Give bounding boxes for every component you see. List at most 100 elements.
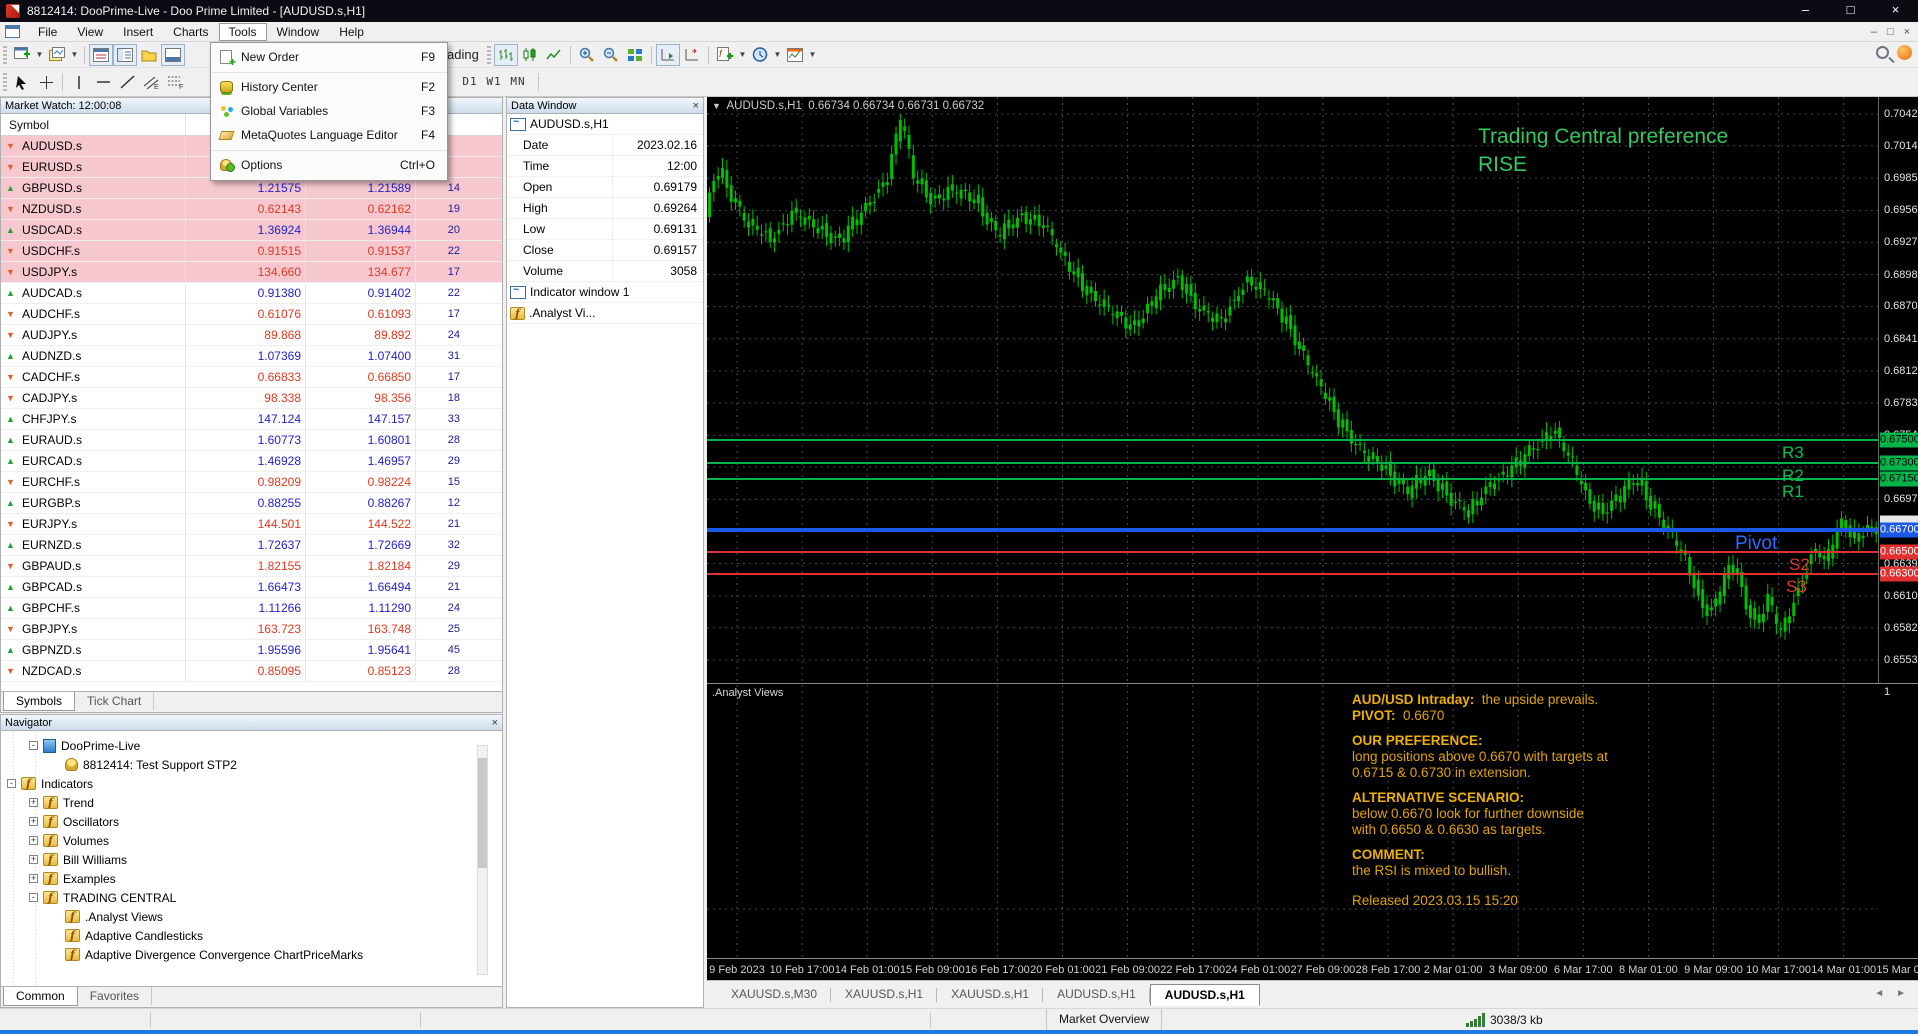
menu-option[interactable]: Global Variables F3 (211, 99, 447, 123)
market-watch-row[interactable]: USDCAD.s 1.36924 1.36944 20 (1, 220, 502, 241)
tabs-scroll-left-icon[interactable]: ◄ (1874, 988, 1884, 999)
chart-tab[interactable]: XAUUSD.s,H1 (831, 984, 938, 1006)
line-chart-button[interactable] (542, 44, 566, 66)
navigator-tab[interactable]: Favorites (78, 987, 153, 1005)
tree-expander-icon[interactable] (29, 798, 38, 807)
market-watch-row[interactable]: EURNZD.s 1.72637 1.72669 32 (1, 535, 502, 556)
navigator-toggle-button[interactable] (113, 43, 137, 66)
candlestick-chart-button[interactable] (518, 44, 542, 66)
market-watch-row[interactable]: USDCHF.s 0.91515 0.91537 22 (1, 241, 502, 262)
minimize-button[interactable]: – (1783, 0, 1828, 22)
market-watch-row[interactable]: AUDCAD.s 0.91380 0.91402 22 (1, 283, 502, 304)
market-watch-row[interactable]: CADJPY.s 98.338 98.356 18 (1, 388, 502, 409)
market-watch-row[interactable]: NZDUSD.s 0.62143 0.62162 19 (1, 199, 502, 220)
time-axis[interactable]: 9 Feb 2023 10 Feb 17:00 14 Feb 01:00 15 Feb… (707, 958, 1918, 980)
profiles-dropdown-arrow[interactable]: ▼ (69, 44, 80, 66)
tabs-scroll-right-icon[interactable]: ► (1896, 988, 1906, 999)
indicators-button[interactable]: f (713, 44, 737, 66)
market-watch-row[interactable]: CHFJPY.s 147.124 147.157 33 (1, 409, 502, 430)
navigator-tree-item[interactable]: Indicators (1, 774, 502, 793)
horizontal-line-tool-button[interactable] (91, 71, 115, 93)
navigator-tree-item[interactable]: Oscillators (1, 812, 502, 831)
market-overview-cell[interactable]: Market Overview (1046, 1009, 1162, 1031)
market-watch-row[interactable]: EURCHF.s 0.98209 0.98224 15 (1, 472, 502, 493)
child-minimize-button[interactable]: – (1871, 26, 1877, 38)
timeframe-d1-button[interactable]: D1 (458, 73, 482, 91)
maximize-button[interactable]: □ (1828, 0, 1873, 22)
navigator-tree-item[interactable]: Examples (1, 869, 502, 888)
chart-shift-button[interactable] (680, 44, 704, 66)
templates-dropdown-arrow[interactable]: ▼ (807, 44, 818, 66)
indicator-sub-window[interactable]: .Analyst Views 1 AUD/USD Intraday: the u… (707, 683, 1918, 959)
navigator-scrollbar[interactable] (477, 745, 488, 975)
market-watch-row[interactable]: EURJPY.s 144.501 144.522 21 (1, 514, 502, 535)
market-watch-row[interactable]: GBPCHF.s 1.11266 1.11290 24 (1, 598, 502, 619)
close-icon[interactable]: × (492, 717, 498, 728)
market-watch-row[interactable]: GBPJPY.s 163.723 163.748 25 (1, 619, 502, 640)
child-close-button[interactable]: × (1904, 26, 1910, 38)
child-restore-button[interactable]: □ (1887, 26, 1894, 38)
menu-item[interactable]: Charts (163, 23, 218, 41)
menu-item[interactable]: Window (267, 23, 330, 41)
periods-button[interactable] (748, 44, 772, 66)
price-axis[interactable]: 0.70425 0.70140 0.69850 0.69560 0.69275 0.689… (1878, 97, 1918, 683)
market-watch-row[interactable]: EURCAD.s 1.46928 1.46957 29 (1, 451, 502, 472)
market-watch-row[interactable]: NZDCAD.s 0.85095 0.85123 28 (1, 661, 502, 682)
chart-tab[interactable]: AUDUSD.s,H1 (1043, 984, 1150, 1006)
tree-expander-icon[interactable] (29, 817, 38, 826)
templates-button[interactable] (783, 44, 807, 66)
chart-tab[interactable]: XAUUSD.s,M30 (717, 984, 832, 1006)
navigator-tree-item[interactable]: Volumes (1, 831, 502, 850)
chart-tab[interactable]: XAUUSD.s,H1 (937, 984, 1044, 1006)
toolbar-grip[interactable] (3, 45, 7, 64)
cursor-tool-button[interactable] (10, 71, 34, 93)
tree-expander-icon[interactable] (29, 874, 38, 883)
chart-tab[interactable]: AUDUSD.s,H1 (1149, 984, 1260, 1006)
notification-icon[interactable] (1897, 45, 1912, 60)
market-watch-toggle-button[interactable] (89, 43, 113, 66)
timeframe-w1-button[interactable]: W1 (482, 73, 506, 91)
navigator-tree-item[interactable]: Bill Williams (1, 850, 502, 869)
zoom-in-button[interactable] (575, 44, 599, 66)
market-watch-tab[interactable]: Tick Chart (75, 692, 155, 710)
profiles-button[interactable] (45, 44, 69, 66)
new-chart-dropdown-arrow[interactable]: ▼ (34, 44, 45, 66)
tile-windows-button[interactable] (623, 44, 647, 66)
zoom-out-button[interactable] (599, 44, 623, 66)
market-watch-row[interactable]: GBPAUD.s 1.82155 1.82184 29 (1, 556, 502, 577)
history-folder-button[interactable] (137, 44, 161, 66)
menu-option[interactable]: MetaQuotes Language Editor F4 (211, 123, 447, 147)
menu-item[interactable]: Tools (218, 22, 267, 41)
periods-dropdown-arrow[interactable]: ▼ (772, 44, 783, 66)
navigator-tree-item[interactable]: 8812414: Test Support STP2 (1, 755, 502, 774)
main-chart-plot[interactable]: ▼ AUDUSD.s,H1 0.66734 0.66734 0.66731 0.… (707, 97, 1878, 683)
market-watch-row[interactable]: AUDNZD.s 1.07369 1.07400 31 (1, 346, 502, 367)
close-icon[interactable]: × (693, 100, 699, 111)
candlestick-chart[interactable] (707, 97, 1878, 683)
tree-expander-icon[interactable] (29, 855, 38, 864)
menu-option[interactable]: New Order F9 (211, 45, 447, 69)
navigator-tree-item[interactable]: .Analyst Views (1, 907, 502, 926)
scrollbar-thumb[interactable] (478, 758, 487, 868)
timeframe-mn-button[interactable]: MN (506, 73, 530, 91)
navigator-tree-item[interactable]: Adaptive Divergence Convergence ChartPri… (1, 945, 502, 964)
market-watch-tab[interactable]: Symbols (3, 692, 76, 711)
navigator-tree-item[interactable]: Adaptive Candlesticks (1, 926, 502, 945)
tree-expander-icon[interactable] (29, 893, 38, 902)
search-icon[interactable] (1876, 46, 1889, 59)
vertical-line-tool-button[interactable] (67, 71, 91, 93)
market-watch-row[interactable]: AUDCHF.s 0.61076 0.61093 17 (1, 304, 502, 325)
trendline-tool-button[interactable] (115, 71, 139, 93)
navigator-tree-item[interactable]: TRADING CENTRAL (1, 888, 502, 907)
market-watch-row[interactable]: EURGBP.s 0.88255 0.88267 12 (1, 493, 502, 514)
menu-option[interactable]: Options Ctrl+O (211, 150, 447, 177)
market-watch-row[interactable]: EURAUD.s 1.60773 1.60801 28 (1, 430, 502, 451)
tree-expander-icon[interactable] (29, 836, 38, 845)
market-watch-row[interactable]: GBPNZD.s 1.95596 1.95641 45 (1, 640, 502, 661)
autotrading-button-partial[interactable]: ading (447, 45, 479, 65)
terminal-toggle-button[interactable] (161, 43, 185, 66)
navigator-tab[interactable]: Common (3, 987, 78, 1006)
menu-item[interactable]: File (28, 23, 67, 41)
menu-option[interactable]: History Center F2 (211, 72, 447, 99)
market-watch-row[interactable]: USDJPY.s 134.660 134.677 17 (1, 262, 502, 283)
